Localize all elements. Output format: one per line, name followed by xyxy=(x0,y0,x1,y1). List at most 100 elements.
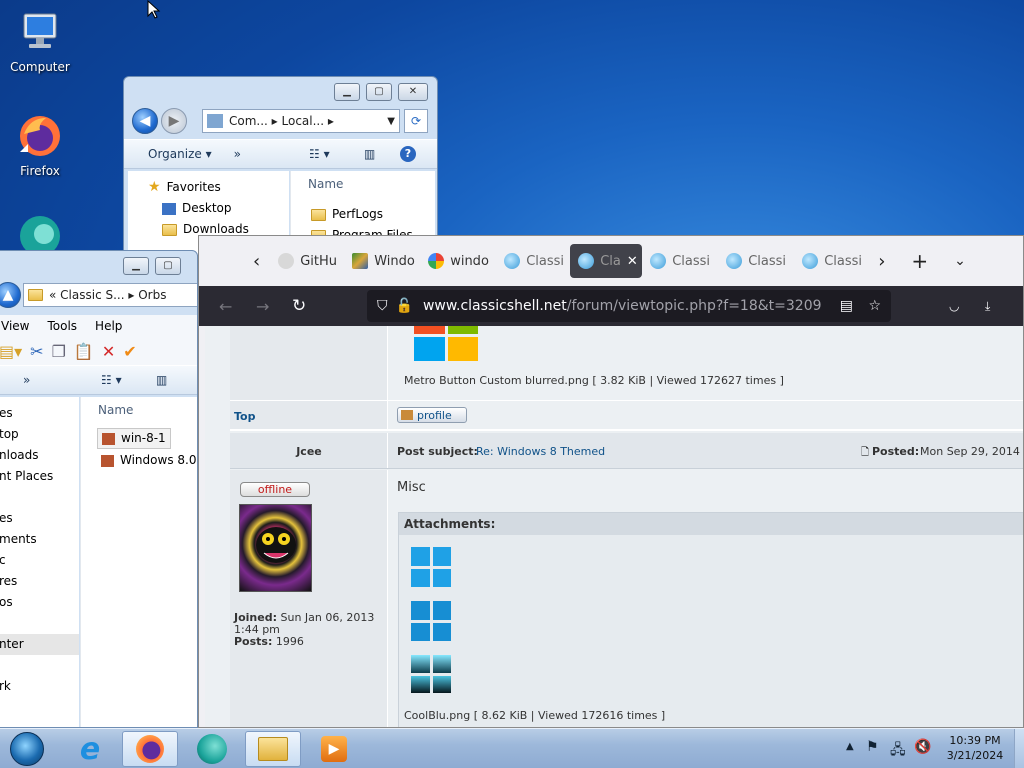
close-button[interactable]: ✕ xyxy=(398,83,428,101)
attachment-image-metro[interactable] xyxy=(414,326,478,361)
maximize-button[interactable]: ▢ xyxy=(366,83,392,101)
organize-button[interactable]: Organize ▾ xyxy=(148,147,212,161)
column-header-name[interactable]: Name xyxy=(308,177,343,191)
list-item[interactable]: Windows 8.0 xyxy=(101,450,196,471)
view-options-icon[interactable]: ☷ ▾ xyxy=(101,373,122,387)
action-center-flag-icon[interactable]: ⚑ xyxy=(866,739,879,755)
view-options-icon[interactable]: ☷ ▾ xyxy=(309,147,330,161)
menu-tools[interactable]: Tools xyxy=(47,319,77,333)
nav-item[interactable]: es xyxy=(0,403,79,424)
avatar[interactable] xyxy=(239,504,312,592)
nav-item-selected[interactable]: nter xyxy=(0,634,79,655)
forward-button[interactable]: ▶ xyxy=(161,108,187,134)
tab-active[interactable]: Cla ✕ xyxy=(570,244,643,278)
more-commands-button[interactable]: » xyxy=(234,147,241,161)
post-subject-link[interactable]: Re: Windows 8 Themed xyxy=(476,445,605,458)
posts-label: Posts: xyxy=(234,635,273,648)
taskbar-ie[interactable]: e xyxy=(62,731,118,767)
nav-favorites[interactable]: ★ Favorites xyxy=(148,177,289,198)
tab-classicshell[interactable]: Classi xyxy=(496,244,570,278)
show-desktop-button[interactable] xyxy=(1014,729,1024,768)
maximize-button[interactable]: ▢ xyxy=(155,257,181,275)
nav-item[interactable]: nt Places xyxy=(0,466,79,487)
minimize-button[interactable]: ▁ xyxy=(123,257,149,275)
reload-icon[interactable]: ↻ xyxy=(292,296,306,316)
nav-item-desktop[interactable]: Desktop xyxy=(162,198,289,219)
taskbar-firefox[interactable] xyxy=(122,731,178,767)
start-button[interactable] xyxy=(0,731,54,767)
show-hidden-icons-icon[interactable]: ▲ xyxy=(846,741,854,752)
tab-classicshell[interactable]: Classi xyxy=(718,244,794,278)
attachment-image-coolblu-3[interactable] xyxy=(411,655,451,693)
nav-item[interactable]: rk xyxy=(0,676,79,697)
breadcrumb[interactable]: Com... ▸ Local... ▸ xyxy=(229,114,334,128)
desktop-icon-firefox[interactable]: Firefox xyxy=(2,112,78,178)
tab-classicshell[interactable]: Classi xyxy=(794,244,870,278)
pocket-icon[interactable]: ◡ xyxy=(949,299,959,313)
preview-pane-icon[interactable]: ▥ xyxy=(156,373,167,387)
taskbar-explorer[interactable] xyxy=(245,731,301,767)
nav-item[interactable]: c xyxy=(0,550,79,571)
volume-muted-icon[interactable]: 🔇 xyxy=(914,739,931,755)
tab-google[interactable]: windo xyxy=(420,244,496,278)
properties-icon[interactable]: ✔ xyxy=(123,342,136,361)
url-bar[interactable]: ⛉ 🔓 www.classicshell.net/forum/viewtopic… xyxy=(367,290,891,322)
clock[interactable]: 10:39 PM 3/21/2024 xyxy=(940,733,1010,763)
folder-up-icon[interactable]: ▤▾ xyxy=(0,342,22,361)
forward-icon[interactable]: → xyxy=(256,297,269,316)
status-badge: offline xyxy=(240,482,310,497)
downloads-icon[interactable]: ⤓ xyxy=(985,299,990,314)
top-link[interactable]: Top xyxy=(234,410,255,423)
nav-item[interactable]: os xyxy=(0,592,79,613)
list-item[interactable]: win-8-1 xyxy=(97,428,171,449)
list-item[interactable]: PerfLogs xyxy=(311,204,383,225)
nav-item[interactable]: top xyxy=(0,424,79,445)
nav-item[interactable]: es xyxy=(0,508,79,529)
scroll-tabs-right-icon[interactable]: › xyxy=(878,251,885,272)
explorer-window-front[interactable]: ▁ ▢ ▲ « Classic S... ▸ Orbs View Tools H… xyxy=(0,250,198,728)
minimize-button[interactable]: ▁ xyxy=(334,83,360,101)
preview-pane-icon[interactable]: ▥ xyxy=(364,147,375,161)
attachment-image-coolblu-1[interactable] xyxy=(411,547,451,587)
reader-view-icon[interactable]: ▤ xyxy=(840,298,853,314)
new-tab-icon[interactable]: + xyxy=(911,249,928,273)
profile-button[interactable]: profile xyxy=(397,407,467,423)
column-header-name[interactable]: Name xyxy=(98,403,133,417)
tab-github[interactable]: GitHu xyxy=(270,244,344,278)
chevron-down-icon[interactable]: ▼ xyxy=(387,116,395,127)
posted-label: Posted: xyxy=(872,445,920,458)
cut-icon[interactable]: ✂ xyxy=(30,342,43,361)
back-button[interactable]: ◀ xyxy=(132,108,158,134)
help-icon[interactable]: ? xyxy=(400,146,416,162)
explorer-window-back[interactable]: ▁ ▢ ✕ ◀ ▶ Com... ▸ Local... ▸ ▼ ⟳ Organi… xyxy=(123,76,438,256)
nav-item[interactable]: nloads xyxy=(0,445,79,466)
scroll-tabs-left-icon[interactable]: ‹ xyxy=(253,251,260,272)
bookmark-star-icon[interactable]: ☆ xyxy=(868,298,881,314)
taskbar-browser[interactable] xyxy=(184,731,240,767)
breadcrumb[interactable]: « Classic S... ▸ Orbs xyxy=(49,288,166,302)
desktop-icon-computer[interactable]: Computer xyxy=(2,8,78,74)
firefox-window[interactable]: ‹ GitHu Windo windo Classi Cla ✕ Classi C… xyxy=(198,235,1024,728)
menu-view[interactable]: View xyxy=(1,319,29,333)
up-button[interactable]: ▲ xyxy=(0,282,21,308)
menu-help[interactable]: Help xyxy=(95,319,122,333)
network-icon[interactable]: 🖧 xyxy=(890,739,906,763)
taskbar-media-player[interactable]: ▶ xyxy=(306,731,362,767)
tab-classicshell[interactable]: Classi xyxy=(642,244,718,278)
back-icon[interactable]: ← xyxy=(219,297,232,316)
close-tab-icon[interactable]: ✕ xyxy=(627,254,638,269)
refresh-button[interactable]: ⟳ xyxy=(404,109,428,133)
address-bar[interactable]: « Classic S... ▸ Orbs xyxy=(23,283,197,307)
tab-winstep[interactable]: Windo xyxy=(344,244,420,278)
attachment-image-coolblu-2[interactable] xyxy=(411,601,451,641)
list-all-tabs-icon[interactable]: ⌄ xyxy=(954,253,966,269)
more-commands-button[interactable]: » xyxy=(23,373,30,387)
delete-icon[interactable]: ✕ xyxy=(102,342,115,361)
nav-item[interactable]: res xyxy=(0,571,79,592)
desktop-icon-label: Computer xyxy=(10,60,70,74)
copy-icon[interactable]: ❐ xyxy=(52,342,66,361)
nav-item[interactable]: ments xyxy=(0,529,79,550)
post-author[interactable]: Jcee xyxy=(230,445,388,458)
address-bar[interactable]: Com... ▸ Local... ▸ ▼ xyxy=(202,109,400,133)
paste-icon[interactable]: 📋 xyxy=(74,342,94,361)
